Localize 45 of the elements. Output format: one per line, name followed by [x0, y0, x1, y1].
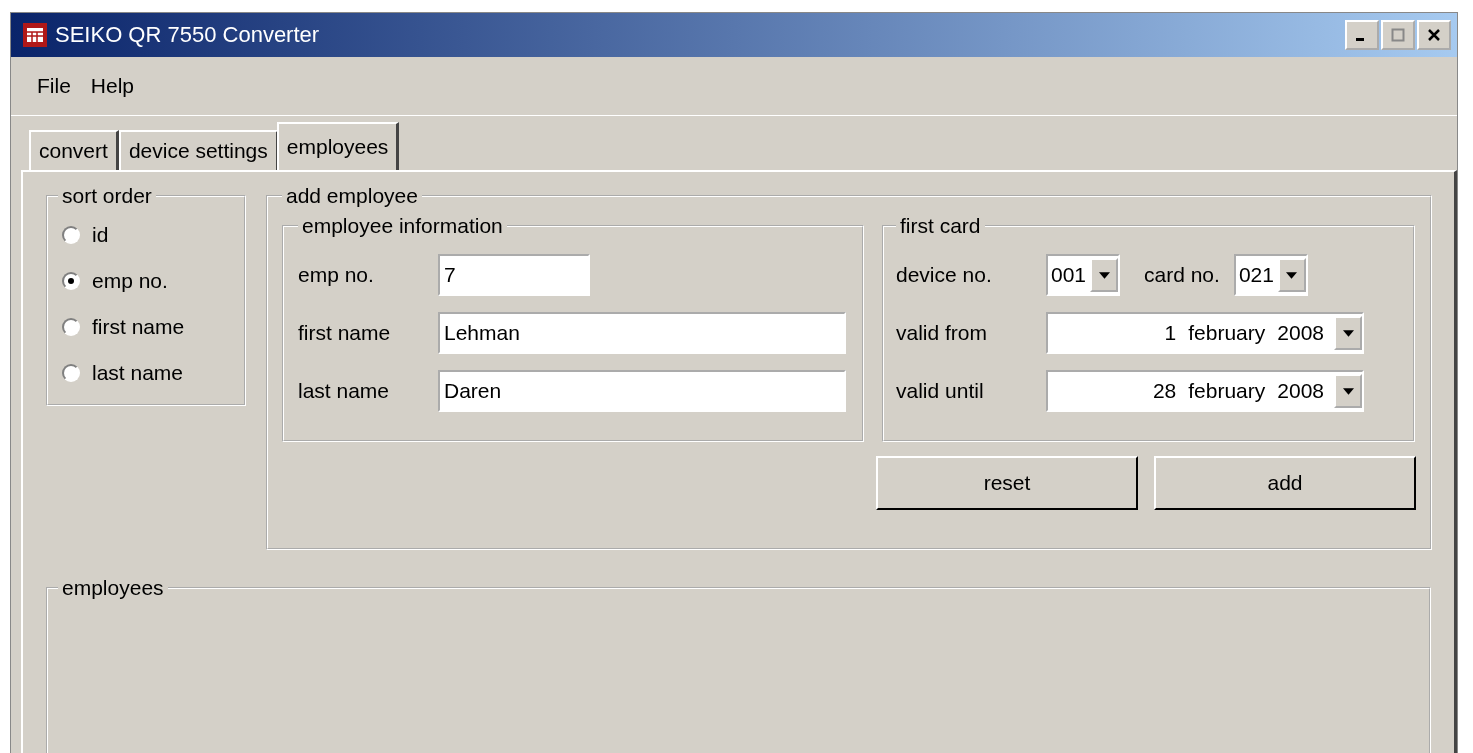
radio-option[interactable]: first name [62, 308, 234, 346]
text-field[interactable]: Daren [438, 370, 846, 412]
group-title: sort order [61, 184, 153, 208]
radio-option[interactable]: last name [62, 354, 234, 392]
close-icon [1427, 28, 1441, 42]
window-title: SEIKO QR 7550 Converter [55, 22, 321, 48]
field-label: device no. [896, 263, 993, 287]
text-field[interactable]: Lehman [438, 312, 846, 354]
close-button[interactable] [1417, 20, 1451, 50]
dropdown-arrow-icon [1342, 387, 1354, 395]
group-title: employees [61, 576, 165, 600]
minimize-button[interactable] [1345, 20, 1379, 50]
maximize-icon [1391, 28, 1405, 42]
field-label: emp no. [298, 263, 375, 287]
minimize-icon [1356, 38, 1364, 41]
action-button[interactable]: add [1154, 456, 1416, 510]
radio-option[interactable]: emp no. [62, 262, 234, 300]
dropdown-arrow-icon [1342, 329, 1354, 337]
radio-button[interactable] [62, 318, 80, 336]
radio-button[interactable] [62, 364, 80, 382]
menu-item[interactable]: File [37, 74, 71, 98]
menu-item[interactable]: Help [90, 74, 135, 98]
tab[interactable]: convert [29, 130, 119, 170]
grid-icon [23, 23, 47, 47]
action-button[interactable]: reset [876, 456, 1138, 510]
field-label: last name [298, 379, 391, 403]
radio-button[interactable] [62, 226, 80, 244]
dropdown-arrow-icon [1286, 271, 1298, 279]
text-field[interactable]: 7 [438, 254, 590, 296]
group-title: employee information [301, 214, 504, 238]
field-label: card no. [1144, 263, 1220, 287]
field-label: valid from [896, 321, 989, 345]
field-label: first name [298, 321, 392, 345]
group-title: add employee [285, 184, 419, 208]
tab[interactable]: device settings [118, 130, 279, 170]
date-picker[interactable]: 1 february 2008 [1046, 312, 1364, 354]
dropdown[interactable]: 001 [1046, 254, 1120, 296]
radio-button[interactable] [62, 272, 80, 290]
dropdown-arrow-icon [1098, 271, 1110, 279]
group-title: first card [899, 214, 982, 238]
date-picker[interactable]: 28 february 2008 [1046, 370, 1364, 412]
field-label: valid until [896, 379, 985, 403]
tab[interactable]: employees [276, 122, 400, 170]
dropdown[interactable]: 021 [1233, 254, 1308, 296]
radio-option[interactable]: id [62, 216, 234, 254]
